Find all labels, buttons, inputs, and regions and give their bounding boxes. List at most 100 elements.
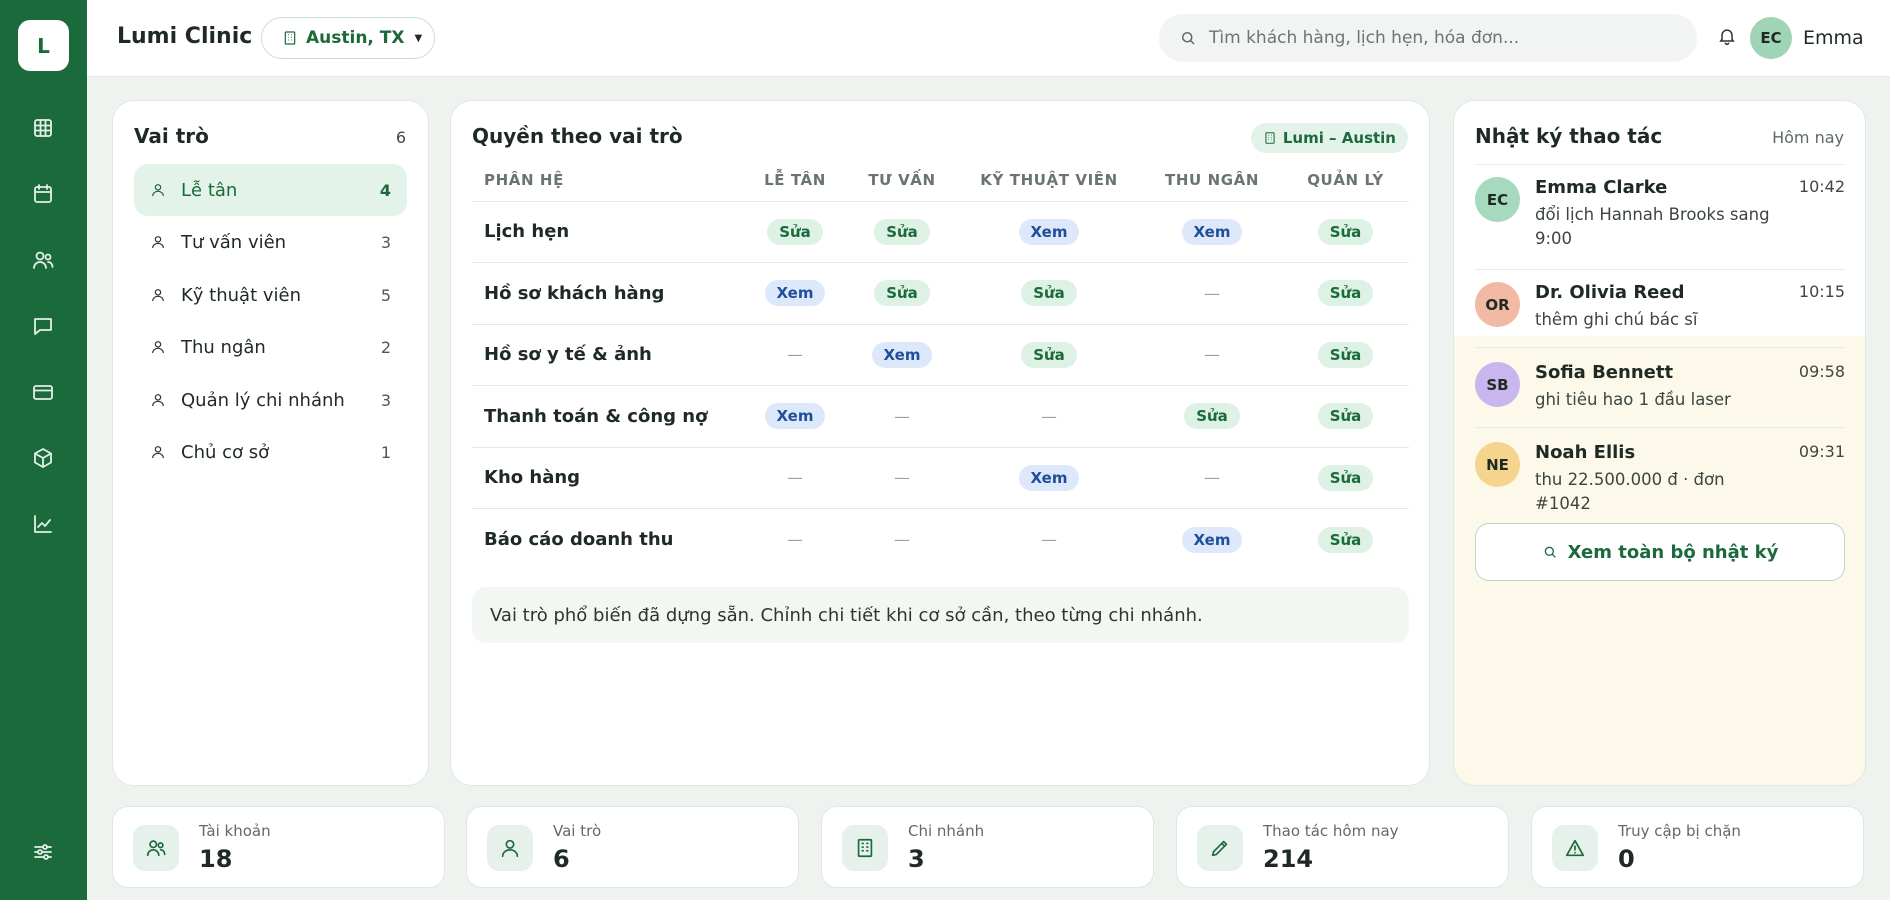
- permission-none[interactable]: —: [894, 468, 910, 487]
- permission-edit-badge[interactable]: Sửa: [1317, 218, 1374, 245]
- log-entry-time: 10:42: [1798, 177, 1845, 196]
- permission-view-badge[interactable]: Xem: [764, 403, 826, 430]
- roles-title: Vai trò: [134, 124, 209, 148]
- building-icon: [284, 31, 296, 45]
- permission-edit-badge[interactable]: Sửa: [767, 218, 823, 245]
- role-label: Thu ngân: [181, 336, 266, 358]
- permission-edit-badge[interactable]: Sửa: [874, 218, 930, 245]
- settings-sliders-icon[interactable]: [29, 838, 57, 866]
- table-row: Thanh toán & công nợ Xem — — Sửa Sửa: [472, 385, 1409, 448]
- table-row: Hồ sơ khách hàng Xem Sửa Sửa — Sửa: [472, 262, 1409, 325]
- permission-cell: —: [848, 385, 956, 448]
- permission-none[interactable]: —: [1204, 468, 1220, 487]
- app-logo[interactable]: L: [18, 20, 69, 71]
- user-name[interactable]: Emma: [1803, 27, 1864, 49]
- calendar-icon[interactable]: [29, 180, 57, 208]
- permission-view-badge[interactable]: Xem: [1181, 218, 1243, 245]
- table-row: Lịch hẹn Sửa Sửa Xem Xem Sửa: [472, 201, 1409, 263]
- permission-cell: Sửa: [1282, 447, 1409, 509]
- permission-edit-badge[interactable]: Sửa: [1021, 341, 1077, 368]
- permission-cell: Sửa: [742, 201, 848, 263]
- log-entry-text: ghi tiêu hao 1 đầu laser: [1535, 390, 1731, 409]
- role-item-quan-ly-chi-nhanh[interactable]: Quản lý chi nhánh 3: [134, 374, 407, 426]
- search-icon: [1182, 32, 1195, 45]
- role-count: 4: [379, 180, 391, 200]
- permission-edit-badge[interactable]: Sửa: [1021, 280, 1077, 307]
- permission-edit-badge[interactable]: Sửa: [874, 280, 930, 307]
- search-bar[interactable]: [1159, 14, 1697, 62]
- search-input[interactable]: [1209, 28, 1669, 48]
- permission-edit-badge[interactable]: Sửa: [1317, 464, 1374, 491]
- permission-cell: —: [742, 509, 848, 571]
- role-item-le-tan[interactable]: Lễ tân 4: [134, 164, 407, 216]
- top-header: Lumi Clinic Austin, TX ▼ EC Emma: [87, 0, 1890, 77]
- permission-none[interactable]: —: [894, 407, 910, 426]
- role-count: 3: [380, 390, 391, 410]
- view-full-log-button[interactable]: Xem toàn bộ nhật ký: [1475, 523, 1845, 581]
- stat-label: Vai trò: [553, 822, 602, 840]
- permission-cell: Sửa: [956, 262, 1142, 325]
- role-item-tu-van-vien[interactable]: Tư vấn viên 3: [134, 216, 407, 268]
- user-icon: [152, 341, 164, 354]
- branch-selector[interactable]: Austin, TX ▼: [261, 17, 435, 59]
- branch-badge: Lumi – Austin: [1250, 123, 1408, 153]
- role-count: 5: [380, 285, 391, 305]
- permission-cell: Sửa: [1282, 262, 1409, 325]
- permission-none[interactable]: —: [1041, 407, 1057, 426]
- permissions-card: Quyền theo vai trò Lumi – Austin PHÂN HỆ…: [450, 100, 1430, 786]
- permission-view-badge[interactable]: Xem: [764, 280, 826, 307]
- permission-edit-badge[interactable]: Sửa: [1317, 280, 1374, 307]
- chat-icon[interactable]: [29, 312, 57, 340]
- module-name: Kho hàng: [472, 447, 742, 509]
- column-header: LỄ TÂN: [742, 159, 848, 202]
- role-item-chu-co-so[interactable]: Chủ cơ sở 1: [134, 426, 407, 478]
- permission-cell: —: [848, 447, 956, 509]
- user-icon: [152, 289, 164, 302]
- permission-cell: Sửa: [1142, 385, 1282, 448]
- stat-label: Thao tác hôm nay: [1263, 822, 1399, 840]
- box-icon[interactable]: [29, 444, 57, 472]
- roles-count: 6: [395, 128, 406, 147]
- user-icon: [152, 184, 164, 197]
- permission-view-badge[interactable]: Xem: [1018, 218, 1080, 245]
- role-label: Lễ tân: [181, 179, 238, 201]
- permission-edit-badge[interactable]: Sửa: [1317, 403, 1374, 430]
- bell-icon[interactable]: [1717, 26, 1739, 50]
- permission-none[interactable]: —: [1041, 530, 1057, 549]
- permission-none[interactable]: —: [1204, 345, 1220, 364]
- permission-none[interactable]: —: [1204, 284, 1220, 303]
- permission-edit-badge[interactable]: Sửa: [1317, 526, 1374, 553]
- role-item-ky-thuat-vien[interactable]: Kỹ thuật viên 5: [134, 269, 407, 321]
- permission-cell: —: [956, 509, 1142, 571]
- role-label: Kỹ thuật viên: [181, 284, 301, 306]
- stat-label: Truy cập bị chặn: [1618, 822, 1741, 840]
- view-full-log-label: Xem toàn bộ nhật ký: [1567, 541, 1779, 563]
- grid-icon[interactable]: [29, 114, 57, 142]
- user-icon: [487, 825, 533, 871]
- branch-label: Austin, TX: [306, 28, 405, 48]
- module-name: Hồ sơ khách hàng: [472, 262, 742, 325]
- log-entry-name: Dr. Olivia Reed: [1535, 282, 1685, 303]
- role-label: Quản lý chi nhánh: [181, 389, 345, 411]
- permission-view-badge[interactable]: Xem: [1181, 526, 1243, 553]
- permission-none[interactable]: —: [894, 530, 910, 549]
- table-header-row: PHÂN HỆ LỄ TÂN TƯ VẤN KỸ THUẬT VIÊN THU …: [472, 159, 1409, 202]
- users-icon[interactable]: [29, 246, 57, 274]
- permission-edit-badge[interactable]: Sửa: [1184, 403, 1240, 430]
- card-icon[interactable]: [29, 378, 57, 406]
- permission-cell: Sửa: [1282, 201, 1409, 263]
- permissions-table: PHÂN HỆ LỄ TÂN TƯ VẤN KỸ THUẬT VIÊN THU …: [472, 159, 1409, 570]
- permission-none[interactable]: —: [787, 530, 803, 549]
- stat-value: 214: [1263, 845, 1314, 873]
- permission-none[interactable]: —: [787, 468, 803, 487]
- role-item-thu-ngan[interactable]: Thu ngân 2: [134, 321, 407, 373]
- permission-none[interactable]: —: [787, 345, 803, 364]
- column-header: THU NGÂN: [1142, 159, 1282, 202]
- permission-view-badge[interactable]: Xem: [1018, 464, 1080, 491]
- permission-cell: Xem: [742, 385, 848, 448]
- permission-cell: Xem: [956, 447, 1142, 509]
- user-avatar[interactable]: EC: [1750, 17, 1792, 59]
- permission-view-badge[interactable]: Xem: [871, 341, 933, 368]
- permission-edit-badge[interactable]: Sửa: [1317, 341, 1374, 368]
- chart-icon[interactable]: [29, 510, 57, 538]
